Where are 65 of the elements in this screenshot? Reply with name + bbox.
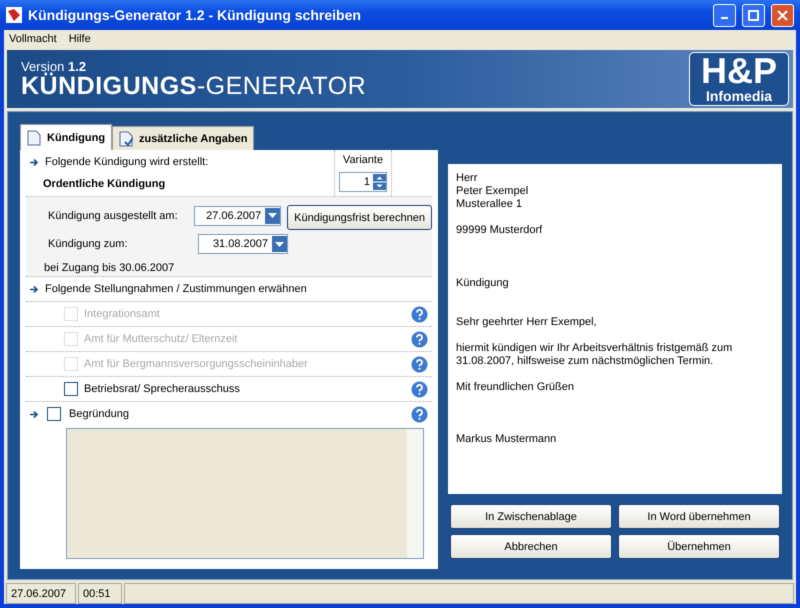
letter-line: 99999 Musterdorf [456,224,544,237]
letter-line: 31.08.2007, hilfsweise zum nächstmöglichen Termin. [456,355,714,368]
maximize-button[interactable] [742,4,765,26]
termination-type: Ordentliche Kündigung [42,178,166,190]
checkbox[interactable] [47,407,61,421]
checkbox-label: Integrationsamt [84,308,160,320]
company-logo: H&P Infomedia [689,52,789,106]
variant-spinner[interactable]: 1 [339,172,387,192]
action-button[interactable]: Übernehmen [618,534,780,559]
arrow-icon [30,158,39,166]
action-button[interactable]: In Zwischenablage [450,504,612,529]
date-picker[interactable]: 27.06.2007 [194,206,282,226]
menu-item[interactable]: Hilfe [68,33,91,45]
letter-line: hiermit kündigen wir Ihr Arbeitsverhältnis fristgemäß zum [456,342,734,355]
menu-item[interactable]: Vollmacht [9,33,57,45]
letter-line: Mit freundlichen Grüßen [456,381,575,394]
help-icon[interactable] [411,306,428,322]
variant-label: Variante [342,154,384,166]
arrow-icon [30,410,39,418]
checkbox-label: Amt für Bergmannsversorgungsscheininhaber [84,358,308,370]
letter-line: Herr [456,172,478,185]
spinner-arrows-icon [373,174,386,190]
help-icon[interactable] [411,406,428,422]
window-title: Kündigungs-Generator 1.2 - Kündigung schreiben [28,7,362,23]
checkbox[interactable] [64,382,78,396]
tab[interactable]: zusätzliche Angaben [112,126,254,150]
version-label: Version 1.2 [21,59,86,74]
spinner-value: 1 [364,176,370,188]
app-icon [6,7,22,23]
letter-line: Kündigung [456,277,510,290]
checkbox-label: Begründung [69,408,129,420]
document-icon [27,130,41,146]
checkbox-label: Amt für Mutterschutz/ Elternzeit [84,333,238,345]
document-check-icon [119,130,134,146]
letter-line: Sehr geehrter Herr Exempel, [456,316,598,329]
caret-icon [268,213,278,218]
date-value: 31.08.2007 [212,238,269,250]
close-icon [777,10,788,20]
help-icon[interactable] [411,356,428,372]
close-button[interactable] [771,4,794,26]
date-label: Kündigung zum: [48,238,128,250]
maximize-icon [748,10,759,20]
letter-line: Markus Mustermann [456,433,558,446]
status-field: 27.06.2007 [6,583,76,604]
letter-line: Peter Exempel [456,185,530,198]
tab[interactable]: Kündigung [20,124,112,150]
receipt-note: bei Zugang bis 30.06.2007 [44,261,176,274]
section-heading: Folgende Stellungnahmen / Zustimmungen erwähnen [45,283,307,295]
calculate-button[interactable]: Kündigungsfrist berechnen [287,205,432,230]
caret-icon [275,242,284,246]
section-heading: Folgende Kündigung wird erstellt: [45,156,208,168]
letter-line: Musterallee 1 [456,198,524,211]
help-icon[interactable] [411,380,428,398]
reason-text-area[interactable] [66,428,424,559]
action-button[interactable]: Abbrechen [450,534,612,559]
help-icon[interactable] [411,330,428,348]
product-name: KÜNDIGUNGS-GENERATOR [21,74,366,99]
date-value: 27.06.2007 [206,210,262,222]
status-field: 00:51 [78,583,122,604]
date-picker[interactable]: 31.08.2007 [198,234,288,254]
date-label: Kündigung ausgestellt am: [48,210,179,222]
action-button[interactable]: In Word übernehmen [618,504,780,529]
arrow-icon [30,286,39,292]
minimize-button[interactable] [713,4,736,26]
checkbox-label: Betriebsrat/ Sprecherausschuss [84,383,240,395]
